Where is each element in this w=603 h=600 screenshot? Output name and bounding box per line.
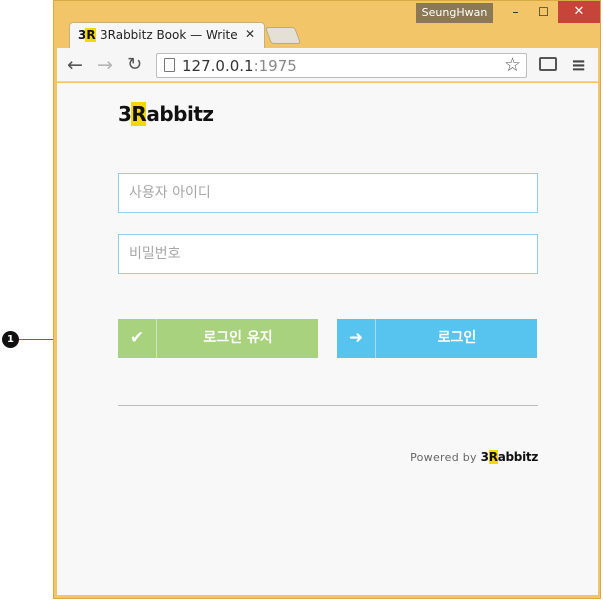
remember-login-label: 로그인 유지 [203,330,273,346]
brand-logo: 3Rabbitz [118,102,214,126]
annotation-badge: 1 [2,331,19,348]
remember-login-button[interactable]: ✔ 로그인 유지 [118,319,318,358]
close-window-button[interactable]: ✕ [558,1,600,23]
new-tab-button[interactable] [264,27,302,44]
tab-title: 3Rabbitz Book — Write d [100,28,240,42]
menu-icon[interactable]: ≡ [571,55,586,76]
divider [118,405,538,406]
login-button[interactable]: ➜ 로그인 [337,319,537,358]
browser-window: SeungHwan – ☐ ✕ 3R 3Rabbitz Book — Write… [53,0,601,599]
arrow-right-icon: ➜ [337,319,376,358]
back-arrow-icon[interactable]: ← [67,54,83,76]
powered-by: Powered by 3Rabbitz [410,450,538,464]
address-bar[interactable]: 127.0.0.1:1975 ☆ [156,53,527,78]
minimize-button[interactable]: – [502,1,529,23]
browser-tab[interactable]: 3R 3Rabbitz Book — Write d ✕ [69,22,265,48]
tab-close-icon[interactable]: ✕ [245,27,255,41]
reload-icon[interactable]: ↻ [127,54,142,75]
password-input[interactable] [118,234,538,274]
cast-icon[interactable] [539,57,557,71]
page-icon [164,58,175,72]
maximize-button[interactable]: ☐ [530,1,557,23]
browser-toolbar: ← → ↻ 127.0.0.1:1975 ☆ ≡ [57,48,598,82]
page-viewport: 3Rabbitz ✔ 로그인 유지 ➜ 로그인 Powered by 3Rabb… [57,83,598,595]
login-label: 로그인 [437,330,477,346]
url-text[interactable]: 127.0.0.1:1975 [182,57,297,75]
window-user-label[interactable]: SeungHwan [416,3,493,23]
powered-by-logo[interactable]: 3Rabbitz [481,450,538,464]
check-icon: ✔ [118,319,157,358]
star-icon[interactable]: ☆ [504,54,521,76]
favicon-icon: 3R [78,28,96,42]
username-input[interactable] [118,173,538,213]
forward-arrow-icon[interactable]: → [97,54,113,76]
